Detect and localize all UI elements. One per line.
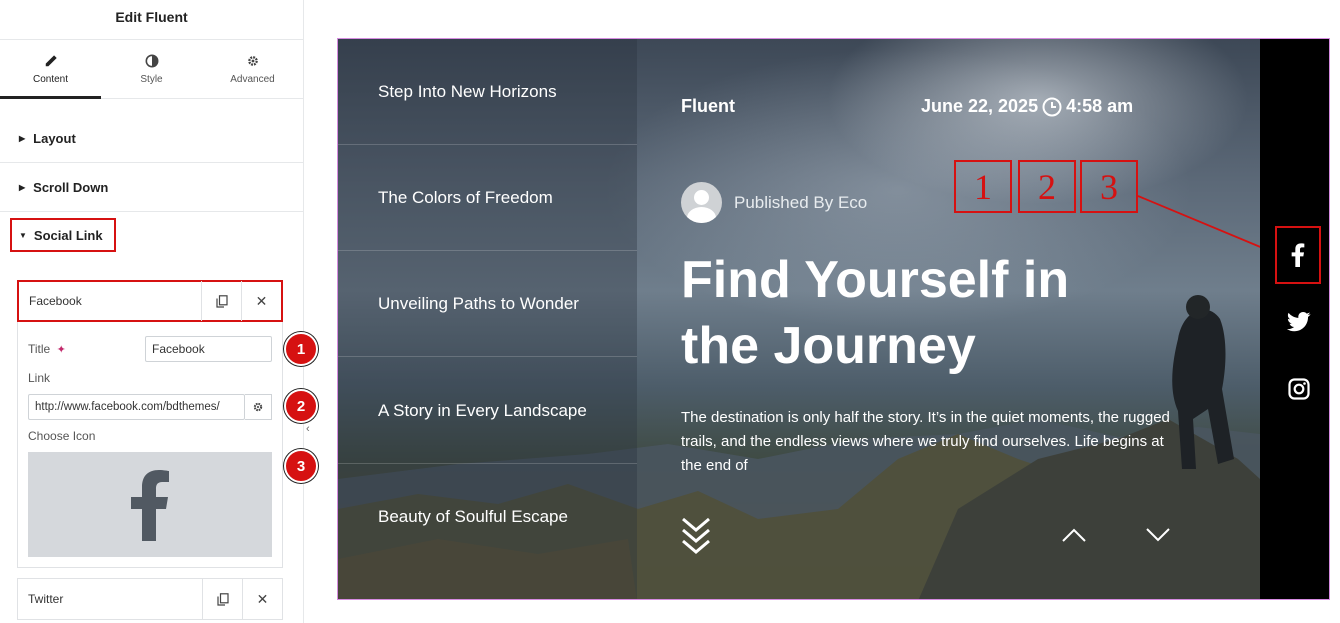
repeater-item-label: Facebook	[29, 294, 82, 308]
pencil-icon	[45, 54, 57, 66]
social-link-twitter[interactable]	[1277, 300, 1321, 344]
remove-button[interactable]: ✕	[241, 281, 281, 321]
clock-icon	[1042, 97, 1062, 116]
link-options-button[interactable]	[245, 394, 272, 420]
panel-title: Edit Fluent	[0, 0, 303, 40]
tab-style[interactable]: Style	[101, 40, 202, 98]
icon-picker[interactable]	[28, 452, 272, 557]
tab-style-label: Style	[140, 73, 163, 85]
slide-description: The destination is only half the story. …	[681, 409, 1170, 474]
scroll-down-icon[interactable]	[681, 517, 711, 555]
author-text: Published By Eco	[734, 192, 868, 212]
caret-right-icon: ▶	[19, 182, 26, 192]
panel-tabs: Content Style Advanced	[0, 40, 303, 99]
callout-2: 2	[1018, 160, 1076, 213]
author-meta: Published By Eco	[681, 182, 867, 223]
slide-headline: Find Yourself in the Journey	[681, 251, 1070, 375]
repeater-item-header[interactable]: Facebook ✕	[17, 280, 283, 322]
instagram-icon	[1288, 378, 1310, 400]
menu-item[interactable]: The Colors of Freedom	[338, 145, 637, 251]
title-label-text: Title	[28, 342, 51, 356]
close-icon: ✕	[255, 292, 268, 309]
social-bar	[1260, 39, 1329, 599]
social-link-facebook[interactable]	[1275, 226, 1321, 284]
link-input[interactable]: http://www.facebook.com/bdthemes/	[28, 394, 245, 420]
remove-button[interactable]: ✕	[242, 579, 282, 619]
repeater-item-twitter: Twitter ✕	[17, 578, 283, 620]
date-time: June 22, 2025 4:58 am	[921, 96, 1133, 117]
duplicate-button[interactable]	[202, 579, 242, 619]
title-field-label: Title ✦	[28, 342, 66, 356]
section-scroll-down-label: Scroll Down	[33, 179, 109, 195]
repeater-item-header[interactable]: Twitter ✕	[18, 579, 282, 619]
copy-icon	[215, 294, 228, 308]
tab-content[interactable]: Content	[0, 40, 101, 99]
callout-1: 1	[954, 160, 1012, 213]
contrast-icon	[145, 54, 158, 67]
facebook-icon	[1291, 243, 1305, 267]
section-layout[interactable]: ▶ Layout	[0, 114, 303, 163]
menu-item[interactable]: Unveiling Paths to Wonder	[338, 251, 637, 357]
facebook-icon	[131, 469, 169, 541]
title-input[interactable]: Facebook	[145, 336, 272, 362]
avatar	[681, 182, 722, 223]
brand-title: Fluent	[681, 96, 735, 116]
section-social-link[interactable]: ▼ Social Link	[10, 218, 116, 252]
caret-down-icon: ▼	[19, 230, 27, 240]
time-text: 4:58 am	[1066, 96, 1134, 116]
duplicate-button[interactable]	[201, 281, 241, 321]
tab-advanced-label: Advanced	[230, 73, 275, 85]
badge-1: 1	[284, 332, 318, 366]
badge-3: 3	[284, 449, 318, 483]
ai-sparkle-icon[interactable]: ✦	[57, 344, 66, 356]
menu-item[interactable]: Beauty of Soulful Escape	[338, 464, 637, 570]
section-social-link-label: Social Link	[33, 227, 103, 243]
chevron-down-icon[interactable]	[1145, 527, 1171, 543]
date-text: June 22, 2025	[921, 96, 1039, 116]
slide-menu: Step Into New Horizons The Colors of Fre…	[338, 39, 637, 599]
social-link-instagram[interactable]	[1277, 367, 1321, 411]
choose-icon-label: Choose Icon	[28, 429, 96, 443]
tab-advanced[interactable]: Advanced	[202, 40, 303, 98]
link-field-label: Link	[28, 371, 51, 385]
repeater-item-label: Twitter	[28, 592, 64, 606]
badge-2: 2	[284, 389, 318, 423]
menu-item[interactable]: Step Into New Horizons	[338, 39, 637, 145]
gear-icon	[247, 55, 258, 66]
callout-3: 3	[1080, 160, 1138, 213]
chevron-up-icon[interactable]	[1061, 527, 1087, 543]
widget-preview: Step Into New Horizons The Colors of Fre…	[337, 38, 1330, 600]
collapse-panel-icon[interactable]: ‹	[306, 423, 310, 435]
tab-content-label: Content	[32, 73, 69, 85]
caret-right-icon: ▶	[19, 133, 26, 143]
section-layout-label: Layout	[33, 130, 76, 146]
menu-item[interactable]: A Story in Every Landscape	[338, 358, 637, 464]
close-icon: ✕	[256, 590, 269, 607]
section-scroll-down[interactable]: ▶ Scroll Down	[0, 163, 303, 212]
gear-icon	[253, 402, 263, 412]
copy-icon	[216, 592, 229, 606]
twitter-icon	[1287, 312, 1311, 332]
